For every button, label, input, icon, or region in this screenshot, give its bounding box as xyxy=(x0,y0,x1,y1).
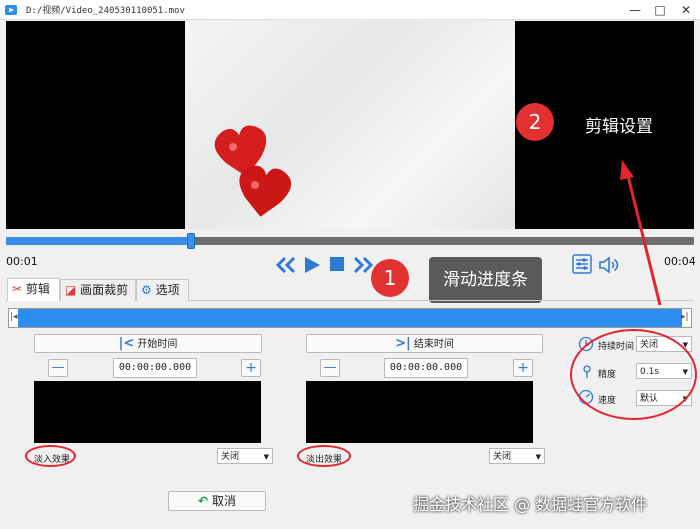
hearts-image xyxy=(214,125,291,217)
maximize-button[interactable]: □ xyxy=(649,0,671,20)
end-time-increment[interactable]: + xyxy=(513,359,533,377)
minimize-button[interactable]: — xyxy=(624,0,646,20)
fade-in-select[interactable]: 关闭 ▼ xyxy=(217,448,273,464)
range-end-handle[interactable]: ▸| xyxy=(681,312,689,322)
video-frame xyxy=(185,21,515,229)
undo-icon: ↶ xyxy=(198,494,209,508)
play-icon[interactable] xyxy=(302,255,322,275)
end-marker-icon: >| xyxy=(395,336,411,351)
annotation-arrow xyxy=(620,160,662,306)
callout-2-label: 剪辑设置 xyxy=(585,117,653,137)
tab-clip-label: 剪辑 xyxy=(25,282,50,296)
set-start-time-button[interactable]: |< 开始时间 xyxy=(34,334,262,353)
dropdown-arrow-icon: ▼ xyxy=(535,453,541,461)
start-time-field[interactable]: 00:00:00.000 xyxy=(113,358,197,378)
start-time-label: 开始时间 xyxy=(137,339,178,350)
tab-options[interactable]: ⚙ 选项 xyxy=(136,279,189,301)
callout-1-badge: 1 xyxy=(371,259,409,297)
end-time-field[interactable]: 00:00:00.000 xyxy=(384,358,468,378)
end-time-label: 结束时间 xyxy=(413,339,454,350)
callout-1-label: 滑动进度条 xyxy=(429,257,542,303)
scissors-icon: ✂ xyxy=(12,282,23,296)
range-start-handle[interactable]: |◂ xyxy=(10,312,18,322)
settings-highlight xyxy=(570,329,697,420)
cancel-button[interactable]: ↶ 取消 xyxy=(168,491,266,511)
crop-icon: ◪ xyxy=(65,283,77,297)
clip-range-selection[interactable] xyxy=(18,309,682,327)
tab-crop-label: 画面裁剪 xyxy=(80,283,129,297)
dropdown-arrow-icon: ▼ xyxy=(263,453,269,461)
close-button[interactable]: ✕ xyxy=(675,0,697,20)
tab-crop[interactable]: ◪ 画面裁剪 xyxy=(60,279,136,301)
cancel-label: 取消 xyxy=(211,494,236,508)
start-marker-icon: |< xyxy=(118,336,135,351)
fade-out-value: 关闭 xyxy=(493,452,512,462)
tab-clip[interactable]: ✂ 剪辑 xyxy=(7,278,60,301)
gear-icon: ⚙ xyxy=(141,283,152,297)
app-icon xyxy=(5,5,17,15)
fade-out-select[interactable]: 关闭 ▼ xyxy=(489,448,545,464)
callout-2-badge: 2 xyxy=(516,103,554,141)
window-title: D:/视频/Video_240530110051.mov xyxy=(26,6,185,16)
rewind-icon[interactable] xyxy=(275,255,297,275)
equalizer-icon[interactable] xyxy=(572,254,592,274)
watermark: 掘金技术社区 @ 数据蛙官方软件 xyxy=(413,495,648,514)
end-frame-preview xyxy=(306,381,533,443)
start-time-decrement[interactable]: — xyxy=(48,359,68,377)
end-time-decrement[interactable]: — xyxy=(320,359,340,377)
set-end-time-button[interactable]: >| 结束时间 xyxy=(306,334,543,353)
seek-handle[interactable] xyxy=(187,233,195,249)
fade-in-value: 关闭 xyxy=(221,452,240,462)
stop-icon[interactable] xyxy=(329,256,345,272)
tab-options-label: 选项 xyxy=(155,283,180,297)
current-time: 00:01 xyxy=(6,255,38,268)
fade-in-highlight xyxy=(25,445,76,467)
seek-progress xyxy=(6,237,192,245)
start-frame-preview xyxy=(34,381,261,443)
fade-out-highlight xyxy=(297,445,351,467)
start-time-increment[interactable]: + xyxy=(241,359,261,377)
